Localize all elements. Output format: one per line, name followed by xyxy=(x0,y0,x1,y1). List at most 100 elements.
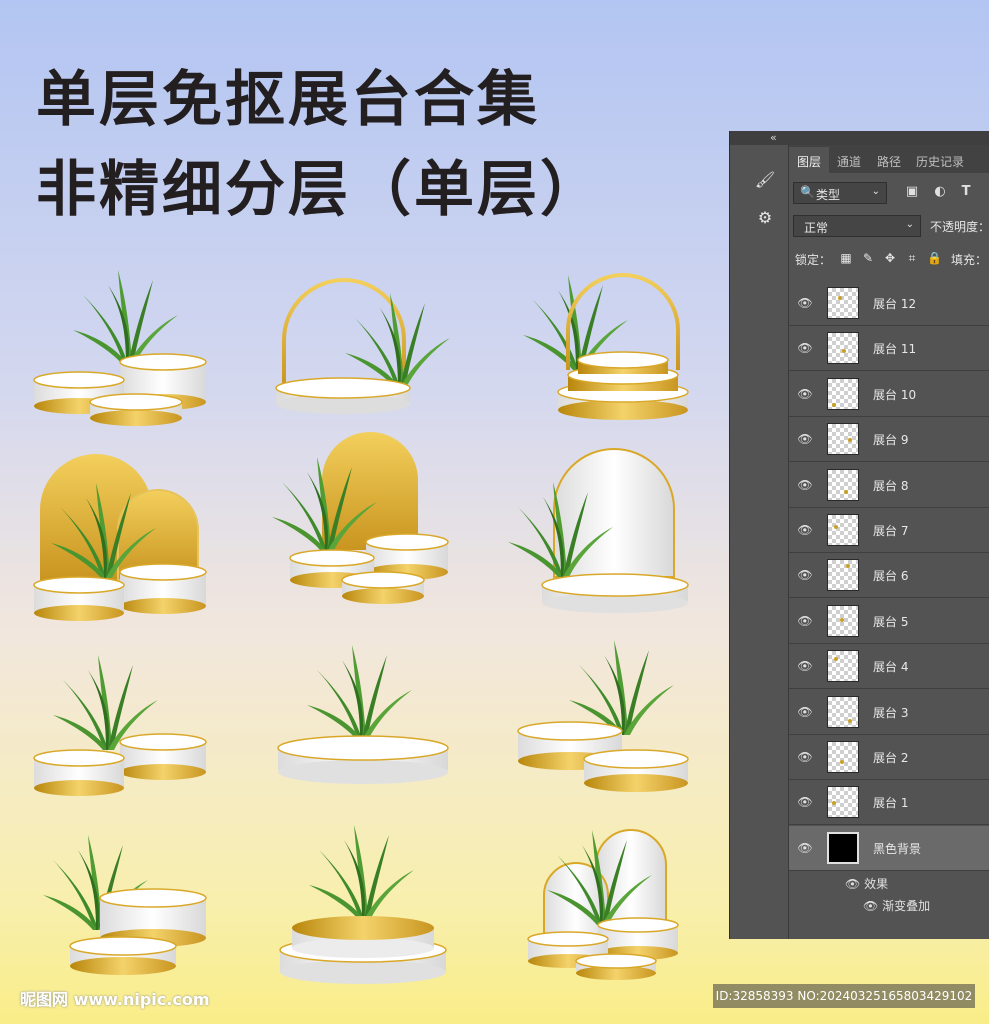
effects-label: 效果 xyxy=(864,877,889,892)
layer-row[interactable]: 👁 展台 10 xyxy=(789,372,989,417)
layers-area: 图层 通道 路径 历史记录 🔍 类型 ⌄ ▣ ◐ T 正常 ⌄ 不透明度： 锁定… xyxy=(789,145,989,939)
filter-kind-value: 类型 xyxy=(816,188,841,202)
layer-name: 展台 6 xyxy=(873,569,909,584)
product-3 xyxy=(518,270,718,440)
layer-filter-row: 🔍 类型 ⌄ ▣ ◐ T xyxy=(789,181,989,207)
layer-thumbnail xyxy=(827,468,859,501)
layer-row[interactable]: 👁 展台 2 xyxy=(789,735,989,780)
type-filter-icon[interactable]: T xyxy=(959,185,973,199)
visibility-eye-icon[interactable]: 👁 xyxy=(797,794,813,810)
panel-tool-strip: 🖌 ⚙ xyxy=(730,145,789,939)
product-6 xyxy=(508,445,718,615)
panel-tabs: 图层 通道 路径 历史记录 xyxy=(789,145,989,173)
visibility-eye-icon[interactable]: 👁 xyxy=(797,386,813,402)
layer-thumbnail xyxy=(827,332,859,365)
lock-artboard-icon[interactable]: ⌗ xyxy=(905,251,919,265)
lock-all-icon[interactable]: 🔒 xyxy=(927,251,942,265)
layer-thumbnail xyxy=(827,741,859,773)
layer-name: 展台 11 xyxy=(873,342,917,357)
brush-preset-icon[interactable]: 🖌 xyxy=(752,167,778,193)
adjustment-filter-icon[interactable]: ◐ xyxy=(933,185,947,199)
product-8 xyxy=(272,630,472,800)
visibility-eye-icon[interactable]: 👁 xyxy=(797,840,813,856)
gradient-overlay-label: 渐变叠加 xyxy=(882,899,931,914)
layer-thumbnail xyxy=(827,287,859,319)
visibility-eye-icon[interactable]: 👁 xyxy=(863,899,878,913)
product-10 xyxy=(28,810,228,980)
layer-name: 展台 5 xyxy=(873,614,909,629)
visibility-eye-icon[interactable]: 👁 xyxy=(797,340,813,356)
layer-thumbnail xyxy=(827,695,859,728)
lock-row: 锁定： ▦ ✎ ✥ ⌗ 🔒 填充： xyxy=(795,251,989,269)
filter-kind-select[interactable]: 🔍 类型 ⌄ xyxy=(793,182,887,204)
blend-mode-select[interactable]: 正常 ⌄ xyxy=(793,215,921,237)
lock-position-icon[interactable]: ✥ xyxy=(883,251,897,265)
layers-panel: « 🖌 ⚙ 图层 通道 路径 历史记录 🔍 类型 ⌄ ▣ ◐ T 正常 ⌄ 不透… xyxy=(729,131,989,939)
layer-row[interactable]: 👁 展台 9 xyxy=(789,417,989,463)
visibility-eye-icon[interactable]: 👁 xyxy=(797,477,813,493)
tab-history[interactable]: 历史记录 xyxy=(916,153,964,170)
layer-row[interactable]: 👁 展台 5 xyxy=(789,599,989,644)
product-11 xyxy=(272,810,472,984)
image-filter-icon[interactable]: ▣ xyxy=(905,185,919,199)
fill-label: 填充： xyxy=(951,253,988,267)
layer-row[interactable]: 👁 展台 11 xyxy=(789,326,989,372)
visibility-eye-icon[interactable]: 👁 xyxy=(797,749,813,765)
layer-name: 展台 7 xyxy=(873,524,909,538)
lock-label: 锁定： xyxy=(795,253,832,267)
opacity-label: 不透明度： xyxy=(930,220,989,234)
layer-name: 展台 10 xyxy=(873,387,917,402)
product-4 xyxy=(28,450,228,621)
layer-row[interactable]: 👁 展台 3 xyxy=(789,690,989,735)
tab-paths[interactable]: 路径 xyxy=(877,153,901,170)
tab-layers[interactable]: 图层 xyxy=(797,153,821,170)
layer-thumbnail xyxy=(827,831,859,864)
collapse-panel-button[interactable]: « xyxy=(770,131,777,145)
layer-thumbnail xyxy=(827,377,859,410)
lock-pixels-icon[interactable]: ✎ xyxy=(861,251,875,265)
product-2 xyxy=(272,270,472,440)
visibility-eye-icon[interactable]: 👁 xyxy=(797,704,813,720)
layer-thumbnail xyxy=(827,423,859,456)
chevron-down-icon: ⌄ xyxy=(871,186,880,197)
visibility-eye-icon[interactable]: 👁 xyxy=(797,295,813,311)
visibility-eye-icon[interactable]: 👁 xyxy=(797,567,813,583)
layer-row[interactable]: 👁 展台 4 xyxy=(789,644,989,690)
layer-thumbnail xyxy=(827,514,859,546)
page-title-line-1: 单层免抠展台合集 xyxy=(36,65,540,135)
visibility-eye-icon[interactable]: 👁 xyxy=(797,431,813,447)
visibility-eye-icon[interactable]: 👁 xyxy=(797,522,813,538)
layer-thumbnail xyxy=(827,604,859,637)
product-5 xyxy=(272,432,472,610)
layer-row[interactable]: 👁 展台 7 xyxy=(789,508,989,553)
layer-name: 黑色背景 xyxy=(873,841,922,856)
tab-channels[interactable]: 通道 xyxy=(837,153,861,170)
layer-row[interactable]: 👁 展台 12 xyxy=(789,281,989,326)
visibility-eye-icon[interactable]: 👁 xyxy=(797,658,813,674)
layer-row[interactable]: 👁 展台 6 xyxy=(789,553,989,599)
layer-name: 展台 8 xyxy=(873,478,909,493)
layer-thumbnail xyxy=(827,650,859,683)
lock-transparency-icon[interactable]: ▦ xyxy=(839,251,853,265)
layer-row[interactable]: 👁 展台 1 xyxy=(789,780,989,826)
layer-thumbnail xyxy=(827,559,859,592)
product-1 xyxy=(28,270,228,440)
chevron-down-icon: ⌄ xyxy=(905,219,914,230)
product-12 xyxy=(522,815,722,985)
layer-name: 展台 1 xyxy=(873,796,909,811)
layer-name: 展台 3 xyxy=(873,705,909,720)
page-title-line-2: 非精细分层（单层） xyxy=(36,155,603,225)
effects-row[interactable]: 👁 效果 xyxy=(845,875,888,892)
gradient-overlay-row[interactable]: 👁 渐变叠加 xyxy=(863,897,930,914)
adjustments-icon[interactable]: ⚙ xyxy=(752,205,778,231)
visibility-eye-icon[interactable]: 👁 xyxy=(797,613,813,629)
watermark-id: ID:32858393 NO:20240325165803429102 xyxy=(713,984,975,1008)
layer-name: 展台 9 xyxy=(873,433,909,448)
search-icon: 🔍 xyxy=(800,185,815,199)
product-7 xyxy=(28,640,228,810)
panel-title-bar: « xyxy=(730,131,989,145)
visibility-eye-icon[interactable]: 👁 xyxy=(845,877,860,891)
layer-row[interactable]: 👁 展台 8 xyxy=(789,463,989,508)
layer-thumbnail xyxy=(827,786,859,819)
layer-row[interactable]: 👁 黑色背景 xyxy=(789,825,989,871)
